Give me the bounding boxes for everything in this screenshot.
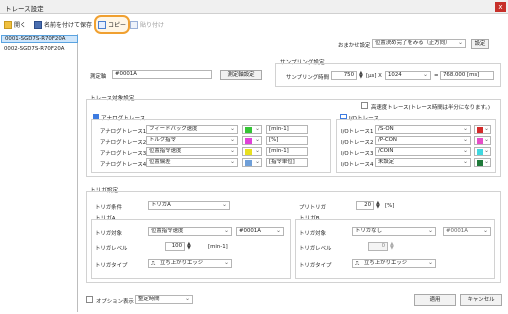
analog-color-swatch — [245, 127, 252, 133]
analog-trace-label: アナログトレース3 — [100, 151, 147, 157]
io-color-select[interactable] — [474, 136, 491, 145]
io-trace-select[interactable]: /S-ON — [375, 125, 471, 134]
analog-unit-field: [%] — [266, 136, 308, 145]
analog-color-select[interactable] — [242, 125, 262, 134]
analog-trace-select[interactable]: トルク指令 — [146, 136, 238, 145]
recommend-set-button[interactable]: 設定 — [471, 39, 489, 49]
io-trace-label: I/Oトレース4 — [341, 162, 374, 168]
axis-panel — [0, 34, 78, 312]
io-color-swatch — [477, 160, 483, 166]
analog-color-select[interactable] — [242, 147, 262, 156]
io-color-select[interactable] — [474, 158, 491, 167]
apply-button[interactable]: 適用 — [414, 294, 456, 306]
trigger-a-target-select[interactable]: 位置指令速度 — [148, 227, 232, 236]
trigger-cond-select[interactable]: トリガA — [148, 201, 230, 210]
trigger-a-level-input[interactable]: 100 — [165, 242, 185, 251]
analog-unit-field: [min-1] — [266, 125, 308, 134]
sampling-time-input[interactable]: 750 — [331, 71, 357, 80]
io-trace-label: I/Oトレース3 — [341, 151, 374, 157]
pretrigger-label: プリトリガ — [299, 205, 326, 211]
trigger-a-level-spinner[interactable]: ▲ ▼ — [187, 242, 191, 251]
high-speed-label: 高速度トレース(トレース時間は半分になります。) — [371, 105, 491, 111]
trigger-a-level-label: トリガレベル — [95, 246, 128, 252]
trigger-b-type-select[interactable]: 立ち上がりエッジ — [352, 259, 436, 268]
rising-edge-icon: ⎍ — [151, 260, 156, 267]
analog-unit-field: [min-1] — [266, 147, 308, 156]
trigger-b-level-input[interactable]: 0 — [368, 242, 388, 251]
io-trace-label: I/Oトレース2 — [341, 140, 374, 146]
measure-axis-label: 測定軸 — [90, 74, 107, 80]
open-label: 開く — [14, 22, 27, 29]
trigger-a-level-unit: [min-1] — [208, 244, 228, 250]
trigger-cond-label: トリガ条件 — [95, 205, 122, 211]
analog-color-swatch — [245, 160, 252, 166]
io-trace-select[interactable]: /P-CON — [375, 136, 471, 145]
option-display-checkbox[interactable] — [86, 296, 93, 303]
recommend-select[interactable]: 位置決め完了をみる（正方向） — [372, 39, 466, 48]
sampling-spinner[interactable]: ▲ ▼ — [359, 71, 363, 80]
analog-trace-select[interactable]: 位置指令速度 — [146, 147, 238, 156]
trigger-a-type-label: トリガタイプ — [95, 263, 128, 269]
analog-color-swatch — [245, 149, 252, 155]
io-color-swatch — [477, 138, 483, 144]
save-as-label: 名前を付けて保存 — [44, 22, 93, 29]
sampling-count-select[interactable]: 1024 — [385, 71, 431, 80]
option-display-select[interactable]: 整定時間 — [135, 295, 193, 304]
pretrigger-spinner[interactable]: ▲ ▼ — [376, 201, 380, 210]
io-trace-select[interactable]: 未設定 — [375, 158, 471, 167]
analog-color-select[interactable] — [242, 158, 262, 167]
axis-item[interactable]: 0002-SGD7S-R70F20A — [1, 45, 78, 53]
paste-icon — [130, 20, 138, 29]
analog-trace-select[interactable]: 位置偏差 — [146, 158, 238, 167]
trigger-b-level-spinner[interactable]: ▲ ▼ — [390, 242, 394, 251]
paste-label: 貼り付け — [140, 22, 165, 29]
analog-trace-label: アナログトレース1 — [100, 129, 147, 135]
sampling-result: 768.000 [ms] — [440, 71, 494, 80]
window-title: トレース設定 — [5, 5, 44, 13]
sampling-unit: [μs] X — [366, 73, 382, 79]
analog-color-swatch — [245, 138, 252, 144]
trigger-b-target-label: トリガ対象 — [299, 231, 326, 237]
high-speed-checkbox[interactable] — [361, 102, 368, 109]
trigger-a-target-label: トリガ対象 — [95, 231, 122, 237]
io-trace-label: I/Oトレース1 — [341, 129, 374, 135]
save-icon — [34, 20, 42, 29]
copy-icon — [98, 20, 106, 29]
save-as-button[interactable]: 名前を付けて保存 — [34, 18, 92, 31]
trigger-b-axis-select[interactable]: #0001A — [443, 227, 491, 236]
trigger-b-type-label: トリガタイプ — [299, 263, 332, 269]
open-button[interactable]: 開く — [4, 18, 26, 31]
trigger-b-target-select[interactable]: トリガなし — [352, 227, 436, 236]
analog-trace-select[interactable]: フィードバック速度 — [146, 125, 238, 134]
rising-edge-icon: ⎍ — [355, 260, 360, 267]
io-trace-select[interactable]: /COIN — [375, 147, 471, 156]
recommend-label: おまかせ設定 — [338, 43, 371, 49]
io-color-swatch — [477, 127, 483, 133]
folder-icon — [4, 20, 12, 29]
pretrigger-input[interactable]: 20 — [356, 201, 374, 210]
trigger-a-axis-select[interactable]: #0001A — [236, 227, 284, 236]
title-bar: トレース設定 — [0, 0, 508, 14]
axis-item-selected[interactable]: 0001-SGD7S-R70F20A — [1, 35, 78, 43]
analog-unit-field: [指令単位] — [266, 158, 308, 167]
io-color-select[interactable] — [474, 125, 491, 134]
measure-axis-button[interactable]: 測定軸設定 — [220, 70, 262, 80]
io-color-select[interactable] — [474, 147, 491, 156]
io-color-swatch — [477, 149, 483, 155]
analog-color-select[interactable] — [242, 136, 262, 145]
sampling-equals: = — [434, 73, 439, 79]
sampling-time-label: サンプリング時間 — [286, 75, 329, 81]
pretrigger-unit: [%] — [385, 203, 395, 209]
option-display-label: オプション表示 — [96, 299, 134, 305]
copy-label: コピー — [108, 22, 127, 29]
cancel-button[interactable]: キャンセル — [460, 294, 502, 306]
copy-button[interactable]: コピー — [98, 18, 126, 31]
analog-trace-label: アナログトレース4 — [100, 162, 147, 168]
close-button[interactable]: x — [495, 2, 506, 12]
paste-button[interactable]: 貼り付け — [130, 18, 164, 31]
measure-axis-input[interactable]: #0001A — [112, 70, 212, 79]
trigger-b-level-label: トリガレベル — [299, 246, 332, 252]
trigger-a-type-select[interactable]: 立ち上がりエッジ — [148, 259, 232, 268]
analog-trace-label: アナログトレース2 — [100, 140, 147, 146]
